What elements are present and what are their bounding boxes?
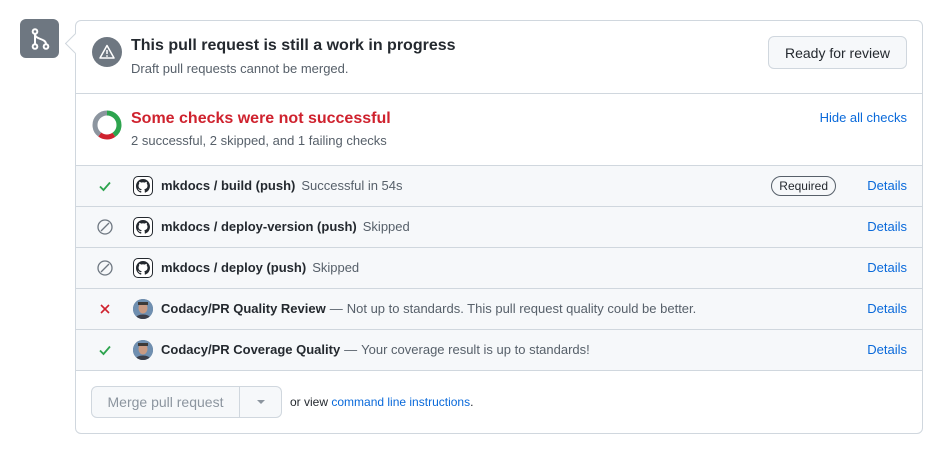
check-row: mkdocs / deploy-version (push) Skipped Det… [76, 207, 922, 248]
details-link[interactable]: Details [867, 260, 907, 275]
github-icon [133, 217, 153, 237]
check-text: Codacy/PR Quality Review — Not up to stand… [161, 301, 696, 316]
merge-note: or view command line instructions. [290, 395, 473, 409]
git-merge-icon [20, 19, 59, 58]
merge-note-suffix: . [470, 395, 474, 409]
check-separator: — [344, 342, 358, 357]
user-avatar [133, 340, 153, 360]
skipped-icon [97, 219, 113, 235]
draft-title: This pull request is still a work in pro… [131, 37, 456, 54]
details-link[interactable]: Details [867, 178, 907, 193]
details-link[interactable]: Details [867, 342, 907, 357]
ready-for-review-button[interactable]: Ready for review [768, 36, 907, 69]
merge-button-group: Merge pull request [91, 386, 282, 418]
check-name: mkdocs / deploy (push) [161, 260, 307, 275]
check-text: Codacy/PR Coverage Quality — Your coverage… [161, 342, 590, 357]
triangle-down-icon [256, 400, 265, 404]
details-link[interactable]: Details [867, 301, 907, 316]
check-name: Codacy/PR Coverage Quality [161, 342, 341, 357]
github-icon [133, 258, 153, 278]
check-row: mkdocs / build (push) Successful in 54s Re… [76, 166, 922, 207]
check-separator: — [329, 301, 343, 316]
check-row: mkdocs / deploy (push) Skipped Details [76, 248, 922, 289]
user-avatar [133, 299, 153, 319]
checks-status-donut [92, 110, 122, 140]
check-description: Skipped [312, 260, 360, 275]
checks-summary: Some checks were not successful 2 succes… [76, 94, 922, 166]
merge-pull-request-button[interactable]: Merge pull request [91, 386, 240, 418]
details-link[interactable]: Details [867, 219, 907, 234]
required-badge: Required [771, 176, 836, 196]
x-icon [97, 301, 113, 317]
checks-summary-text: 2 successful, 2 skipped, and 1 failing c… [131, 133, 387, 148]
check-description: Not up to standards. This pull request q… [346, 301, 697, 316]
check-name: Codacy/PR Quality Review [161, 301, 326, 316]
alert-icon [92, 37, 122, 67]
check-icon [97, 342, 113, 358]
check-description: Your coverage result is up to standards! [361, 342, 590, 357]
check-description: Successful in 54s [301, 178, 403, 193]
merge-box: This pull request is still a work in pro… [75, 20, 923, 434]
check-name: mkdocs / build (push) [161, 178, 296, 193]
check-text: mkdocs / deploy-version (push) Skipped [161, 219, 410, 234]
check-description: Skipped [362, 219, 410, 234]
draft-notice: This pull request is still a work in pro… [76, 21, 922, 94]
check-row: Codacy/PR Quality Review — Not up to stand… [76, 289, 922, 330]
merge-options-dropdown[interactable] [240, 386, 282, 418]
merge-note-prefix: or view [290, 395, 329, 409]
merge-area: Merge pull request or view command line … [76, 371, 922, 434]
checks-title: Some checks were not successful [131, 110, 391, 127]
check-text: mkdocs / build (push) Successful in 54s [161, 178, 403, 193]
hide-all-checks-link[interactable]: Hide all checks [820, 110, 907, 125]
check-name: mkdocs / deploy-version (push) [161, 219, 357, 234]
skipped-icon [97, 260, 113, 276]
check-icon [97, 178, 113, 194]
command-line-instructions-link[interactable]: command line instructions [331, 395, 470, 409]
check-row: Codacy/PR Coverage Quality — Your coverage… [76, 330, 922, 371]
github-icon [133, 176, 153, 196]
draft-subtitle: Draft pull requests cannot be merged. [131, 61, 349, 76]
check-text: mkdocs / deploy (push) Skipped [161, 260, 359, 275]
